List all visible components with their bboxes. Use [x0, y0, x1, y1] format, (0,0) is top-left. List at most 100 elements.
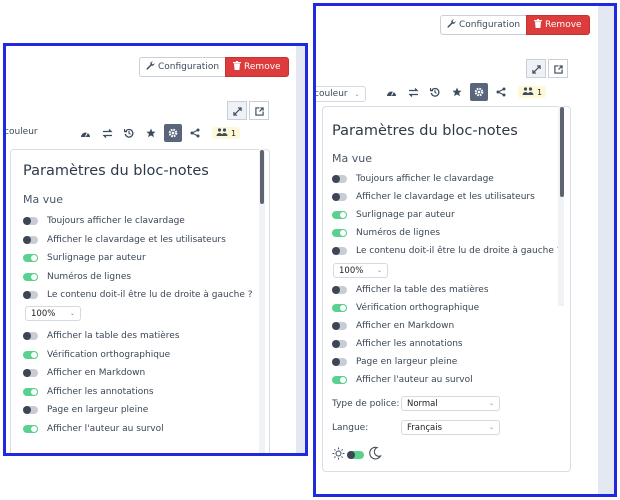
- option-label: Toujours afficher le clavardage: [356, 174, 494, 184]
- scrollbar-thumb[interactable]: [560, 107, 564, 197]
- chevron-down-icon: ⌄: [376, 267, 382, 274]
- option-always-show-chat[interactable]: Toujours afficher le clavardage: [23, 216, 185, 226]
- option-rtl[interactable]: Le contenu doit-il être lu de droite à g…: [23, 290, 253, 300]
- option-spellcheck[interactable]: Vérification orthographique: [332, 303, 479, 313]
- history-icon[interactable]: [426, 83, 444, 101]
- option-toc[interactable]: Afficher la table des matières: [332, 285, 489, 295]
- remove-button[interactable]: Remove: [225, 57, 289, 77]
- remove-label: Remove: [244, 62, 281, 72]
- external-link-button[interactable]: [249, 101, 269, 120]
- toggle-switch[interactable]: [23, 332, 38, 340]
- toggle-switch[interactable]: [23, 291, 38, 299]
- moon-icon: [368, 445, 382, 464]
- configuration-button[interactable]: Configuration: [139, 57, 226, 77]
- toolbar-right: 1: [382, 83, 547, 101]
- expand-icon: [232, 101, 242, 120]
- scrollbar-thumb[interactable]: [260, 150, 264, 204]
- option-label: Numéros de lignes: [356, 228, 441, 238]
- chevron-down-icon: ⌄: [488, 400, 494, 407]
- external-link-icon: [254, 101, 264, 120]
- option-label: Afficher en Markdown: [356, 321, 455, 331]
- toggle-switch[interactable]: [23, 406, 38, 414]
- color-select-value: couleur: [314, 89, 348, 99]
- theme-switch[interactable]: [347, 450, 364, 459]
- color-select[interactable]: couleur: [4, 127, 38, 137]
- option-line-numbers[interactable]: Numéros de lignes: [332, 228, 440, 238]
- toggle-switch[interactable]: [23, 273, 38, 281]
- toggle-switch[interactable]: [332, 358, 347, 366]
- toggle-switch[interactable]: [332, 376, 347, 384]
- header-buttons: Configuration Remove: [139, 57, 289, 77]
- zoom-select[interactable]: 100% ⌄: [25, 306, 81, 321]
- option-label: Surlignage par auteur: [47, 253, 146, 263]
- option-annotations[interactable]: Afficher les annotations: [332, 339, 463, 349]
- color-select[interactable]: couleur ⌄: [314, 86, 366, 102]
- option-author-highlight[interactable]: Surlignage par auteur: [332, 210, 455, 220]
- option-toc[interactable]: Afficher la table des matières: [23, 331, 180, 341]
- option-label: Vérification orthographique: [47, 350, 171, 360]
- option-author-highlight[interactable]: Surlignage par auteur: [23, 253, 146, 263]
- chevron-down-icon: ⌄: [354, 90, 360, 98]
- option-label: Page en largeur pleine: [47, 405, 149, 415]
- option-markdown[interactable]: Afficher en Markdown: [332, 321, 454, 331]
- share-icon[interactable]: [492, 83, 510, 101]
- option-author-hover[interactable]: Afficher l'auteur au survol: [23, 424, 164, 434]
- option-full-width[interactable]: Page en largeur pleine: [332, 357, 457, 367]
- font-type-select[interactable]: Normal ⌄: [401, 396, 500, 411]
- gear-icon[interactable]: [470, 83, 488, 101]
- option-label: Afficher l'auteur au survol: [47, 424, 164, 434]
- color-select-value: couleur: [4, 127, 38, 137]
- toggle-switch[interactable]: [23, 351, 38, 359]
- external-link-button[interactable]: [548, 59, 568, 78]
- toggle-switch[interactable]: [23, 254, 38, 262]
- toggle-switch[interactable]: [332, 304, 347, 312]
- chevron-down-icon: ⌄: [69, 310, 75, 317]
- option-full-width[interactable]: Page en largeur pleine: [23, 405, 148, 415]
- zoom-select[interactable]: 100% ⌄: [333, 263, 388, 278]
- option-label: Vérification orthographique: [356, 303, 480, 313]
- option-annotations[interactable]: Afficher les annotations: [23, 387, 154, 397]
- toggle-switch[interactable]: [23, 425, 38, 433]
- toggle-switch[interactable]: [23, 217, 38, 225]
- option-show-chat-users[interactable]: Afficher le clavardage et les utilisateu…: [332, 192, 535, 202]
- history-icon[interactable]: [120, 124, 138, 142]
- option-spellcheck[interactable]: Vérification orthographique: [23, 350, 170, 360]
- exchange-icon[interactable]: [98, 124, 116, 142]
- toggle-switch[interactable]: [332, 247, 347, 255]
- language-select[interactable]: Français ⌄: [401, 420, 500, 435]
- users-chip[interactable]: 1: [518, 86, 547, 98]
- toggle-switch[interactable]: [332, 211, 347, 219]
- toggle-switch[interactable]: [332, 193, 347, 201]
- option-always-show-chat[interactable]: Toujours afficher le clavardage: [332, 174, 494, 184]
- toggle-switch[interactable]: [332, 229, 347, 237]
- option-label: Afficher la table des matières: [356, 285, 489, 295]
- dashboard-icon[interactable]: [382, 83, 400, 101]
- users-chip[interactable]: 1: [212, 127, 241, 139]
- star-icon[interactable]: [448, 83, 466, 101]
- star-icon[interactable]: [142, 124, 160, 142]
- theme-toggle[interactable]: [332, 445, 382, 464]
- dashboard-icon[interactable]: [76, 124, 94, 142]
- option-label: Afficher en Markdown: [47, 368, 146, 378]
- toggle-switch[interactable]: [332, 322, 347, 330]
- toggle-switch[interactable]: [23, 236, 38, 244]
- toggle-switch[interactable]: [332, 340, 347, 348]
- option-show-chat-users[interactable]: Afficher le clavardage et les utilisateu…: [23, 235, 226, 245]
- option-markdown[interactable]: Afficher en Markdown: [23, 368, 145, 378]
- panel-title: Paramètres du bloc-notes: [332, 123, 518, 139]
- exchange-icon[interactable]: [404, 83, 422, 101]
- toggle-switch[interactable]: [332, 175, 347, 183]
- option-author-hover[interactable]: Afficher l'auteur au survol: [332, 375, 473, 385]
- expand-button[interactable]: [227, 101, 247, 120]
- gear-icon[interactable]: [164, 124, 182, 142]
- remove-button[interactable]: Remove: [526, 15, 590, 35]
- option-label: Le contenu doit-il être lu de droite à g…: [356, 246, 562, 256]
- toggle-switch[interactable]: [23, 388, 38, 396]
- configuration-button[interactable]: Configuration: [440, 15, 527, 35]
- toggle-switch[interactable]: [23, 369, 38, 377]
- share-icon[interactable]: [186, 124, 204, 142]
- toggle-switch[interactable]: [332, 286, 347, 294]
- expand-button[interactable]: [526, 59, 546, 78]
- option-rtl[interactable]: Le contenu doit-il être lu de droite à g…: [332, 246, 562, 256]
- option-line-numbers[interactable]: Numéros de lignes: [23, 272, 131, 282]
